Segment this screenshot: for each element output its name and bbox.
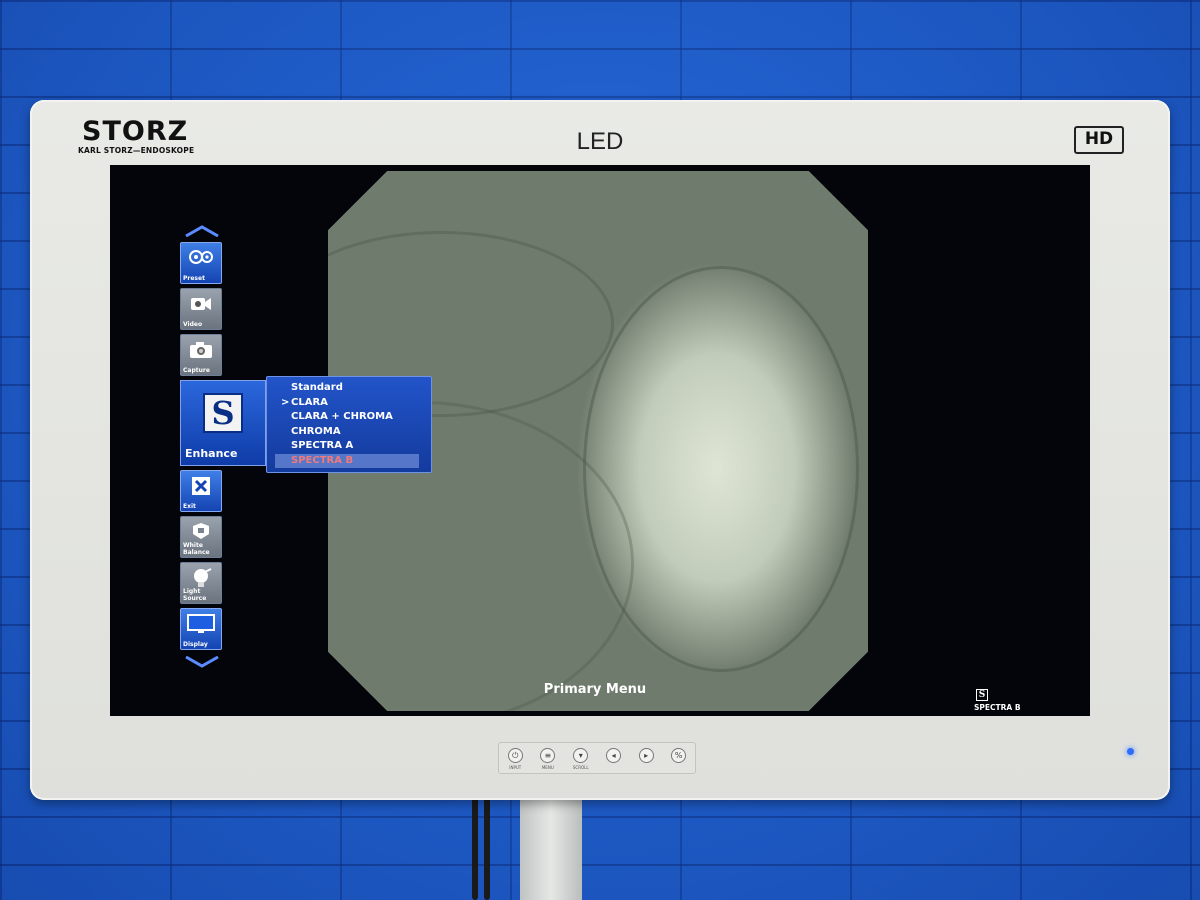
- submenu-option-clara-chroma[interactable]: CLARA + CHROMA: [275, 410, 431, 425]
- submenu-option-clara[interactable]: CLARA: [275, 396, 431, 411]
- light-bulb-icon: [194, 568, 212, 587]
- menu-item-display[interactable]: Display: [180, 608, 222, 650]
- primary-side-menu: Preset Video Capture S Enhance Exit Whit…: [180, 223, 266, 670]
- s-enhance-icon: S: [203, 393, 243, 433]
- scroll-down-icon: ▾: [573, 748, 589, 763]
- menu-item-video[interactable]: Video: [180, 288, 222, 330]
- power-led-indicator: [1127, 748, 1134, 755]
- video-camera-icon: [191, 298, 211, 310]
- menu-item-enhance[interactable]: S Enhance: [180, 380, 266, 466]
- chevron-up-icon: [185, 225, 219, 237]
- spectra-s-icon: S: [976, 689, 988, 701]
- scroll-down-button[interactable]: [180, 654, 224, 670]
- primary-menu-title: Primary Menu: [543, 682, 647, 697]
- menu-item-exit[interactable]: Exit: [180, 470, 222, 512]
- menu-item-light-source[interactable]: Light Source: [180, 562, 222, 604]
- camera-icon: [190, 342, 212, 358]
- menu-item-label: Capture: [183, 367, 210, 374]
- monitor-icon: [187, 614, 215, 633]
- control-label: MENU: [541, 765, 554, 770]
- control-label: INPUT: [509, 765, 522, 770]
- menu-item-label: Enhance: [185, 447, 238, 460]
- status-mode-label: SPECTRA B: [974, 703, 1021, 712]
- gears-icon: [189, 250, 213, 264]
- scroll-button[interactable]: ▾ SCROLL: [573, 748, 589, 770]
- cable: [484, 795, 490, 900]
- right-button[interactable]: ▸: [638, 748, 654, 770]
- menu-item-label: White Balance: [183, 542, 210, 556]
- hd-badge: HD: [1074, 126, 1124, 154]
- submenu-option-spectra-a[interactable]: SPECTRA A: [275, 439, 431, 454]
- monitor-bezel: STORZ KARL STORZ—ENDOSKOPE LED HD Preset…: [30, 100, 1170, 800]
- enhancement-status: S SPECTRA B: [974, 689, 1021, 712]
- submenu-option-spectra-b[interactable]: SPECTRA B: [275, 453, 419, 468]
- scroll-up-button[interactable]: [180, 223, 224, 239]
- model-label: LED: [576, 128, 624, 155]
- submenu-option-chroma[interactable]: CHROMA: [275, 425, 431, 440]
- left-button[interactable]: ◂: [606, 748, 622, 770]
- menu-item-label: Exit: [183, 503, 196, 510]
- menu-icon: ≡: [540, 748, 556, 763]
- menu-item-label: Preset: [183, 275, 205, 282]
- percent-button[interactable]: %: [671, 748, 687, 770]
- menu-item-white-balance[interactable]: White Balance: [180, 516, 222, 558]
- menu-item-label: Video: [183, 321, 203, 328]
- menu-button[interactable]: ≡ MENU: [540, 748, 556, 770]
- menu-item-preset[interactable]: Preset: [180, 242, 222, 284]
- cable: [472, 795, 478, 900]
- menu-item-capture[interactable]: Capture: [180, 334, 222, 376]
- white-balance-icon: [193, 523, 209, 539]
- close-icon: [192, 477, 210, 495]
- monitor-stand: [520, 795, 582, 900]
- chevron-down-icon: [185, 656, 219, 668]
- left-arrow-icon: ◂: [606, 748, 622, 763]
- monitor-screen: Preset Video Capture S Enhance Exit Whit…: [110, 165, 1090, 716]
- submenu-option-standard[interactable]: Standard: [275, 381, 431, 396]
- control-label: SCROLL: [572, 765, 589, 770]
- right-arrow-icon: ▸: [638, 748, 654, 763]
- menu-item-label: Display: [183, 641, 208, 648]
- enhance-submenu: Standard CLARA CLARA + CHROMA CHROMA SPE…: [266, 376, 432, 473]
- front-control-panel: ⏻ INPUT ≡ MENU ▾ SCROLL ◂ ▸ %: [498, 742, 696, 774]
- percent-icon: %: [671, 748, 687, 763]
- input-icon: ⏻: [507, 748, 523, 763]
- menu-item-label: Light Source: [183, 588, 207, 602]
- input-button[interactable]: ⏻ INPUT: [507, 748, 523, 770]
